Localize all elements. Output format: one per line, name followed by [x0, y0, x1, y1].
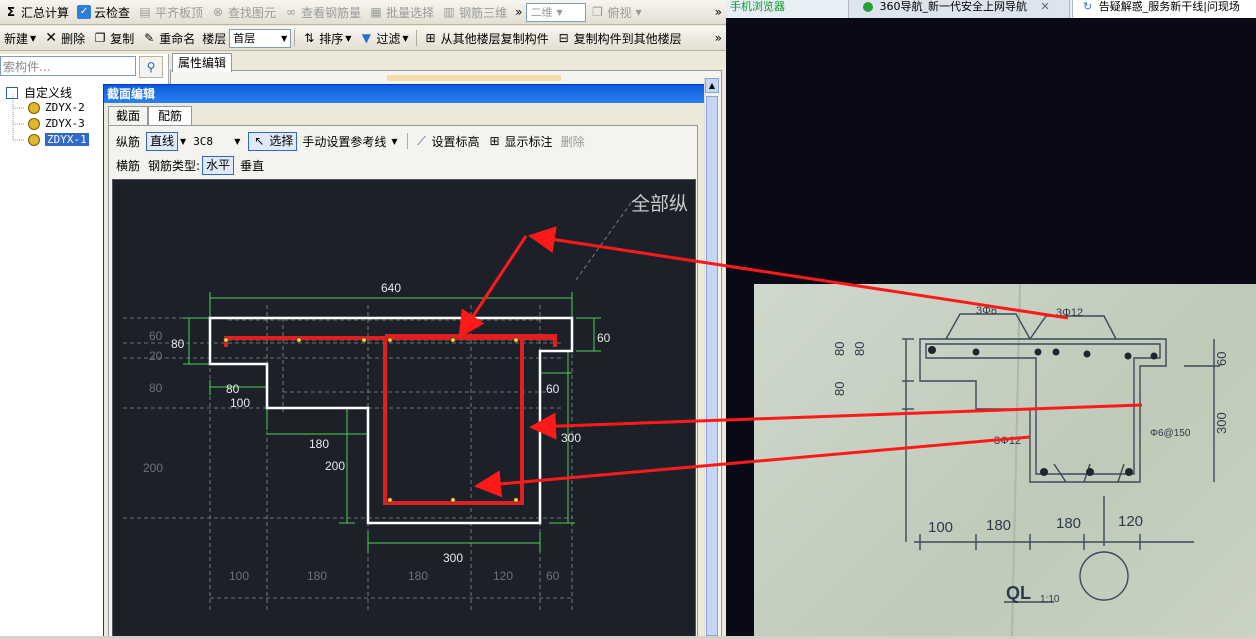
arrow-top-rebar-pointer [458, 235, 528, 339]
arrow-top-rebar [528, 226, 1069, 320]
arrow-bottom-rebar [474, 435, 1031, 498]
annotation-arrows [458, 226, 1143, 498]
arrow-stirrup [529, 403, 1143, 440]
